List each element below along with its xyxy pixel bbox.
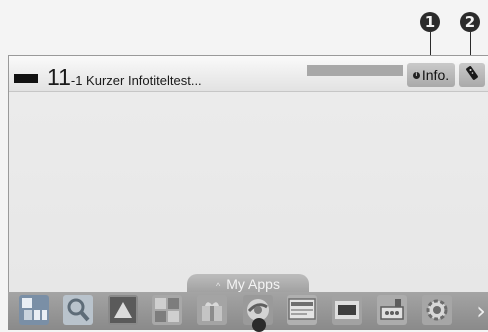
callout-marker-2: 2 [460, 12, 480, 32]
device-connections-icon[interactable] [377, 295, 407, 325]
info-icon: i [412, 71, 420, 79]
chevron-right-icon[interactable]: › [474, 294, 488, 328]
callout-marker-1: 1 [420, 12, 440, 32]
info-bar: 11-1 Kurzer Infotiteltest... i Info. [9, 56, 488, 92]
gift-icon[interactable] [197, 295, 227, 325]
programme-progress-bar [307, 65, 403, 76]
apps-bar: › [8, 292, 488, 330]
app-logo-icon[interactable] [108, 295, 138, 325]
channel-title: 11-1 Kurzer Infotiteltest... [47, 64, 202, 91]
settings-gear-icon[interactable] [422, 295, 452, 325]
numeric-keypad-icon[interactable] [19, 295, 49, 325]
info-button-label: Info. [421, 67, 450, 83]
channel-number: 11 [47, 64, 71, 90]
channel-logo [14, 74, 38, 83]
programme-title: -1 Kurzer Infotiteltest... [70, 73, 202, 88]
remote-control-icon [465, 65, 479, 86]
search-icon[interactable] [63, 295, 93, 325]
3d-icon[interactable] [332, 295, 362, 325]
my-apps-tab[interactable]: ^ My Apps [187, 274, 309, 294]
info-button[interactable]: i Info. [407, 63, 455, 87]
remote-control-button[interactable] [459, 63, 485, 87]
my-apps-label: My Apps [226, 276, 280, 292]
media-player-icon[interactable] [152, 295, 182, 325]
chevron-up-icon: ^ [216, 281, 221, 291]
tv-guide-icon[interactable] [287, 295, 317, 325]
